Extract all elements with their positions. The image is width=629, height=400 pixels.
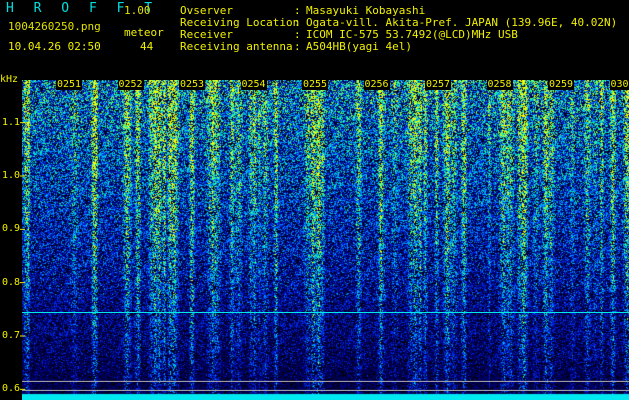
x-tick-label: 0300 [609, 80, 629, 90]
x-tick-label: 0259 [548, 79, 575, 90]
x-tick-label: 0252 [117, 79, 144, 90]
x-tick-label: 0255 [302, 79, 329, 90]
spectrogram-overlay [20, 122, 629, 391]
y-tick-label: 0.6 [1, 383, 20, 395]
x-tick-label: 0254 [240, 79, 267, 90]
y-tick-label: 0.8 [1, 276, 20, 288]
x-tick-label: 0258 [486, 79, 513, 90]
x-tick-label: 0256 [363, 79, 390, 90]
y-tick-label: 1.0 [1, 170, 20, 181]
x-tick-label: 0253 [179, 79, 206, 90]
y-tick-label: 1.1 [1, 116, 20, 128]
x-tick-label: 0251 [56, 79, 83, 90]
x-tick-label: 0257 [425, 79, 452, 90]
y-axis-unit: kHz [0, 74, 19, 85]
y-tick-label: 0.7 [1, 330, 20, 341]
y-tick-label: 0.9 [1, 223, 20, 235]
